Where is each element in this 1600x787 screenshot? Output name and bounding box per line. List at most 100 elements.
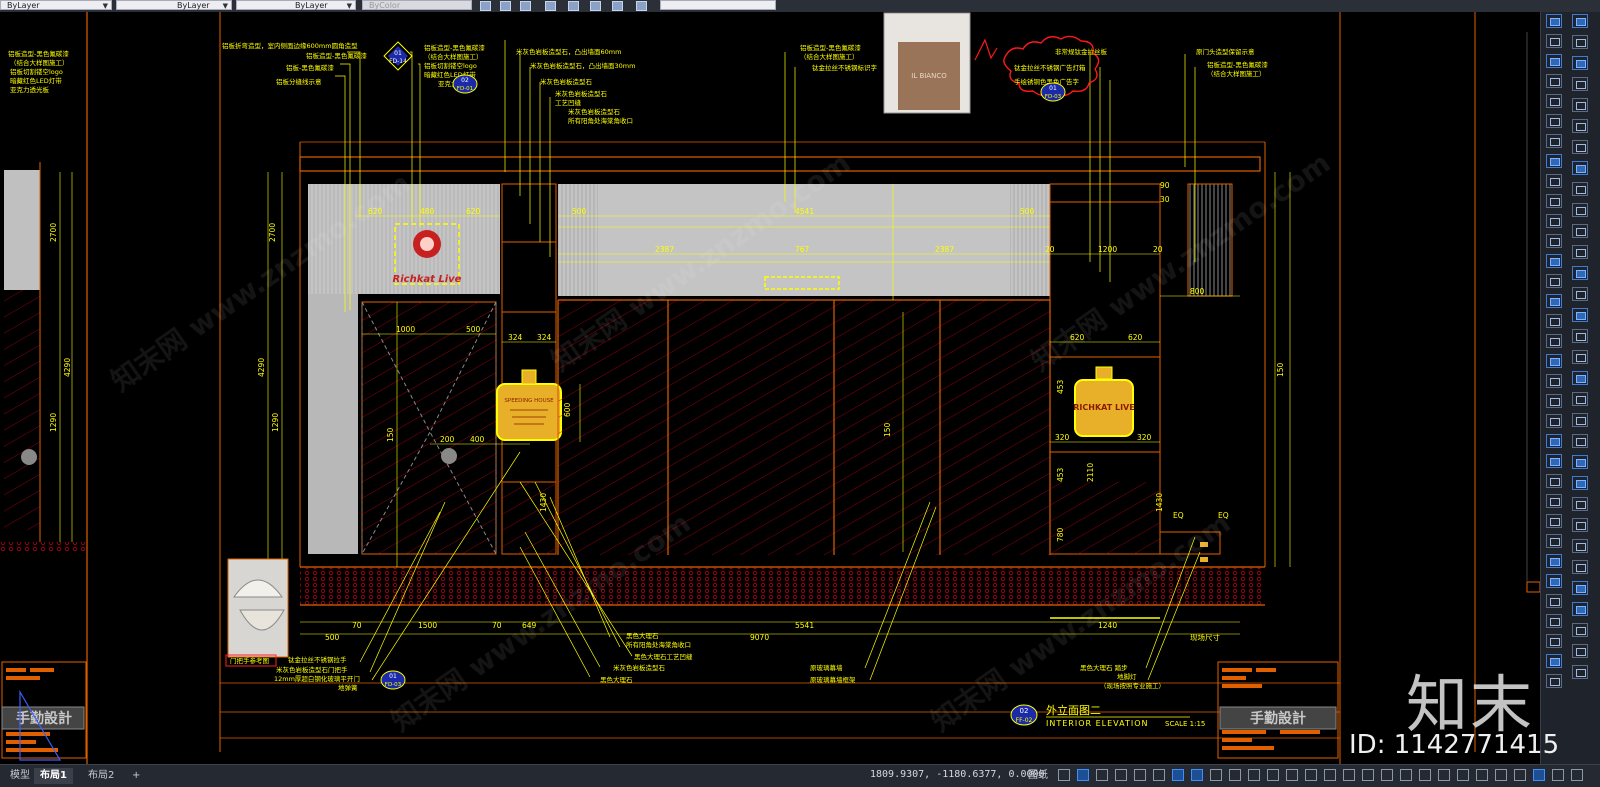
linetype-dropdown[interactable]: ByLayer ▼ xyxy=(0,0,112,10)
lineweight-dropdown[interactable]: ByLayer ▼ xyxy=(116,0,232,10)
add-layout-button[interactable]: + xyxy=(126,768,146,784)
palette-tool-icon[interactable] xyxy=(1572,77,1588,91)
palette-tool-icon[interactable] xyxy=(1546,294,1562,308)
plotstyle-dropdown[interactable]: ByColor xyxy=(362,0,472,10)
palette-tool-icon[interactable] xyxy=(1572,413,1588,427)
palette-tool-icon[interactable] xyxy=(1546,334,1562,348)
tool-icon[interactable] xyxy=(612,1,623,11)
tab-layout2[interactable]: 布局2 xyxy=(82,768,120,784)
status-toggle-icon[interactable] xyxy=(1400,769,1412,781)
palette-tool-icon[interactable] xyxy=(1572,266,1588,280)
palette-tool-icon[interactable] xyxy=(1546,354,1562,368)
palette-tool-icon[interactable] xyxy=(1572,455,1588,469)
palette-tool-icon[interactable] xyxy=(1546,554,1562,568)
palette-tool-icon[interactable] xyxy=(1572,560,1588,574)
tool-icon[interactable] xyxy=(636,1,647,11)
palette-tool-icon[interactable] xyxy=(1546,514,1562,528)
palette-tool-icon[interactable] xyxy=(1572,140,1588,154)
layer-dropdown[interactable]: ByLayer ▼ xyxy=(236,0,356,10)
status-toggle-icon[interactable] xyxy=(1571,769,1583,781)
status-toggle-icon[interactable] xyxy=(1229,769,1241,781)
palette-tool-icon[interactable] xyxy=(1546,574,1562,588)
status-toggle-icon[interactable] xyxy=(1343,769,1355,781)
callout-marker[interactable]: 01 FD-14 xyxy=(383,41,413,71)
palette-tool-icon[interactable] xyxy=(1572,56,1588,70)
status-toggle-icon[interactable] xyxy=(1248,769,1260,781)
palette-tool-icon[interactable] xyxy=(1546,394,1562,408)
palette-tool-icon[interactable] xyxy=(1546,14,1562,28)
palette-tool-icon[interactable] xyxy=(1546,454,1562,468)
palette-tool-icon[interactable] xyxy=(1546,174,1562,188)
palette-tool-icon[interactable] xyxy=(1572,350,1588,364)
palette-tool-icon[interactable] xyxy=(1546,114,1562,128)
palette-tool-icon[interactable] xyxy=(1546,54,1562,68)
status-toggle-icon[interactable] xyxy=(1172,769,1184,781)
tool-icon[interactable] xyxy=(545,1,556,11)
palette-tool-icon[interactable] xyxy=(1572,623,1588,637)
palette-tool-icon[interactable] xyxy=(1572,539,1588,553)
palette-tool-icon[interactable] xyxy=(1546,314,1562,328)
palette-tool-icon[interactable] xyxy=(1572,665,1588,679)
palette-tool-icon[interactable] xyxy=(1572,119,1588,133)
status-toggle-icon[interactable] xyxy=(1286,769,1298,781)
status-toggle-icon[interactable] xyxy=(1381,769,1393,781)
status-toggle-icon[interactable] xyxy=(1267,769,1279,781)
status-toggle-icon[interactable] xyxy=(1134,769,1146,781)
palette-tool-icon[interactable] xyxy=(1546,414,1562,428)
status-toggle-icon[interactable] xyxy=(1533,769,1545,781)
palette-tool-icon[interactable] xyxy=(1572,203,1588,217)
callout-marker[interactable]: 02 FD-01 xyxy=(452,74,478,94)
palette-tool-icon[interactable] xyxy=(1546,94,1562,108)
palette-tool-icon[interactable] xyxy=(1572,224,1588,238)
status-toggle-icon[interactable] xyxy=(1191,769,1203,781)
palette-tool-icon[interactable] xyxy=(1546,134,1562,148)
palette-tool-icon[interactable] xyxy=(1546,374,1562,388)
status-toggle-icon[interactable] xyxy=(1324,769,1336,781)
palette-tool-icon[interactable] xyxy=(1572,35,1588,49)
status-toggle-icon[interactable] xyxy=(1552,769,1564,781)
palette-tool-icon[interactable] xyxy=(1546,74,1562,88)
palette-tool-icon[interactable] xyxy=(1546,494,1562,508)
palette-tool-icon[interactable] xyxy=(1572,14,1588,28)
palette-tool-icon[interactable] xyxy=(1546,34,1562,48)
status-toggle-icon[interactable] xyxy=(1096,769,1108,781)
status-toggle-icon[interactable] xyxy=(1077,769,1089,781)
palette-tool-icon[interactable] xyxy=(1572,434,1588,448)
tool-icon[interactable] xyxy=(480,1,491,11)
tab-model[interactable]: 模型 xyxy=(4,768,36,784)
palette-tool-icon[interactable] xyxy=(1572,371,1588,385)
palette-tool-icon[interactable] xyxy=(1546,234,1562,248)
status-toggle-icon[interactable] xyxy=(1153,769,1165,781)
palette-tool-icon[interactable] xyxy=(1546,214,1562,228)
palette-tool-icon[interactable] xyxy=(1572,518,1588,532)
palette-tool-icon[interactable] xyxy=(1546,194,1562,208)
callout-marker[interactable]: 01 FD-03 xyxy=(380,670,406,690)
palette-tool-icon[interactable] xyxy=(1546,254,1562,268)
palette-tool-icon[interactable] xyxy=(1546,534,1562,548)
palette-tool-icon[interactable] xyxy=(1572,182,1588,196)
status-toggle-icon[interactable] xyxy=(1514,769,1526,781)
palette-tool-icon[interactable] xyxy=(1572,476,1588,490)
status-toggle-icon[interactable] xyxy=(1305,769,1317,781)
palette-tool-icon[interactable] xyxy=(1546,674,1562,688)
tool-icon[interactable] xyxy=(500,1,511,11)
palette-tool-icon[interactable] xyxy=(1572,581,1588,595)
palette-tool-icon[interactable] xyxy=(1546,614,1562,628)
palette-tool-icon[interactable] xyxy=(1572,644,1588,658)
palette-tool-icon[interactable] xyxy=(1546,274,1562,288)
search-field[interactable] xyxy=(660,0,776,10)
status-toggle-icon[interactable] xyxy=(1210,769,1222,781)
palette-tool-icon[interactable] xyxy=(1546,434,1562,448)
callout-marker[interactable]: 01 FD-03 xyxy=(1040,82,1066,102)
palette-tool-icon[interactable] xyxy=(1572,245,1588,259)
status-toggle-icon[interactable] xyxy=(1419,769,1431,781)
palette-tool-icon[interactable] xyxy=(1572,602,1588,616)
status-toggle-icon[interactable] xyxy=(1438,769,1450,781)
status-toggle-icon[interactable] xyxy=(1476,769,1488,781)
paper-space-toggle[interactable]: 图纸 xyxy=(1022,768,1054,784)
tab-layout1[interactable]: 布局1 xyxy=(34,768,73,784)
palette-tool-icon[interactable] xyxy=(1546,634,1562,648)
palette-tool-icon[interactable] xyxy=(1546,654,1562,668)
palette-tool-icon[interactable] xyxy=(1572,98,1588,112)
status-toggle-icon[interactable] xyxy=(1457,769,1469,781)
